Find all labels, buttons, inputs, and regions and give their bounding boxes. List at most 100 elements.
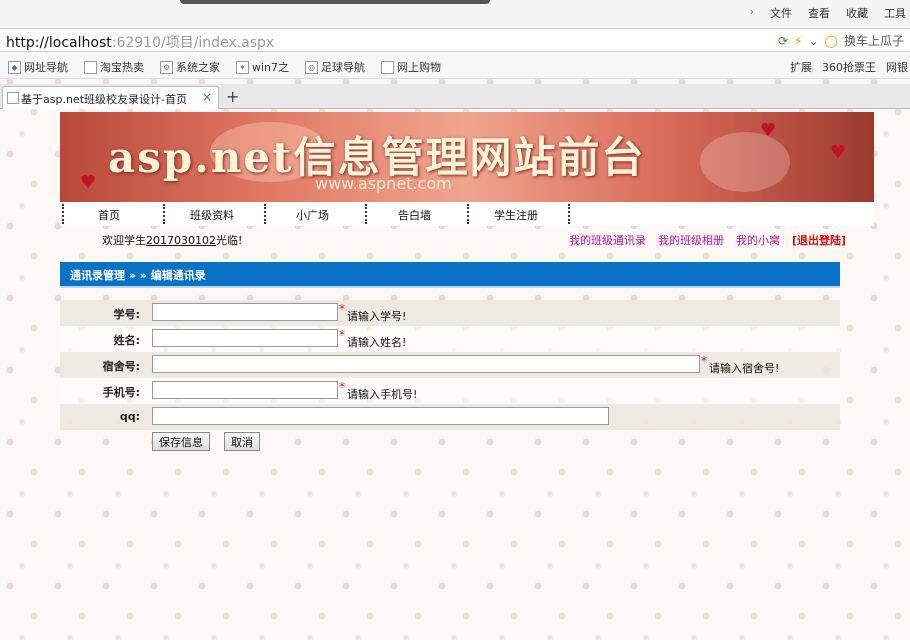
bookmark-item[interactable]: ◆ 网址导航 (8, 59, 68, 75)
gear-icon: ⚙ (160, 60, 173, 74)
dropdown-chevron-icon[interactable]: ⌄ (808, 34, 818, 48)
address-bar[interactable]: http://localhost:62910/项目/index.aspx ⟳ ⚡… (0, 28, 910, 52)
bookmark-item[interactable]: ⚙ 系统之家 (160, 59, 220, 75)
heart-icon: ♥ (760, 120, 777, 141)
form-row-phone: 手机号: * 请输入手机号! (60, 378, 840, 404)
cancel-button[interactable]: 取消 (224, 432, 260, 451)
qq-input[interactable] (152, 407, 609, 425)
menu-favorites[interactable]: 收藏 (846, 5, 868, 21)
tab-home[interactable]: 基于asp.net班级校友录设计-首页 × (2, 86, 219, 109)
bookmark-item[interactable]: ✦ win7之 (236, 59, 289, 75)
extensions-button[interactable]: 扩展 (790, 59, 812, 75)
address-url[interactable]: http://localhost:62910/项目/index.aspx (6, 32, 274, 52)
link-my-nest[interactable]: 我的小窝 (736, 232, 780, 248)
bookmark-label: 足球导航 (321, 61, 366, 74)
soccer-icon: ◎ (305, 60, 319, 74)
new-tab-button[interactable]: + (226, 87, 239, 106)
site-banner: ♥ ♥ ♥ asp.net信息管理网站前台 www.aspnet.com (60, 112, 874, 202)
bookmark-label: 网址导航 (24, 61, 68, 74)
menu-tools[interactable]: 工具 (884, 5, 906, 21)
browser-menu: › 文件 查看 收藏 工具 (750, 5, 906, 21)
bookmark-label: 淘宝热卖 (100, 61, 144, 74)
student-id: 2017030102 (146, 234, 216, 247)
lightning-icon[interactable]: ⚡ (794, 34, 802, 48)
menu-chevron-icon[interactable]: › (750, 5, 754, 21)
nav-divider (365, 204, 367, 224)
heart-icon: ♥ (830, 142, 847, 163)
tab-bar: 基于asp.net班级校友录设计-首页 × + (0, 84, 910, 109)
ticket-button[interactable]: 360抢票王 (822, 59, 876, 75)
window-title-decoration (180, 0, 490, 4)
close-icon[interactable]: × (202, 90, 212, 104)
required-marker: * (701, 354, 707, 368)
user-links: 我的班级通讯录 我的班级相册 我的小窝 [退出登陆] (569, 232, 846, 248)
hint-name: 请输入姓名! (347, 336, 407, 349)
required-marker: * (339, 302, 345, 316)
nav-divider (568, 204, 570, 224)
required-marker: * (339, 328, 345, 342)
name-input[interactable] (152, 329, 338, 347)
nav-plaza[interactable]: 小广场 (296, 207, 329, 223)
hint-dorm: 请输入宿舍号! (709, 362, 780, 375)
url-host: http://localhost (6, 35, 112, 51)
bookmark-label: win7之 (252, 61, 290, 74)
save-button[interactable]: 保存信息 (152, 432, 210, 451)
welcome-prefix: 欢迎学生 (102, 234, 146, 247)
label-dorm: 宿舍号: (102, 360, 140, 373)
link-class-album[interactable]: 我的班级相册 (658, 232, 724, 248)
logout-link[interactable]: [退出登陆] (792, 232, 846, 248)
link-class-contacts[interactable]: 我的班级通讯录 (569, 232, 646, 248)
edit-contact-form: 学号: * 请输入学号! 姓名: * 请输入姓名! 宿舍号: * 请输入宿舍号!… (60, 300, 840, 454)
bookmarks-bar: ◆ 网址导航 淘宝热卖 ⚙ 系统之家 ✦ win7之 ◎ 足球导航 网上购物 扩展 36… (0, 56, 910, 79)
phone-input[interactable] (152, 381, 338, 399)
main-nav: 首页 班级资料 小广场 告白墙 学生注册 (60, 202, 874, 226)
nav-divider (264, 204, 266, 224)
label-phone: 手机号: (102, 386, 140, 399)
form-row-qq: qq: (60, 404, 840, 430)
label-qq: qq: (119, 410, 140, 423)
menu-view[interactable]: 查看 (808, 5, 830, 21)
address-bar-tools: ⟳ ⚡ ⌄ ◯ 换车上瓜子 (778, 32, 904, 49)
browser-top-strip: › 文件 查看 收藏 工具 (0, 0, 910, 26)
label-student-id: 学号: (113, 308, 140, 321)
nav-class-info[interactable]: 班级资料 (190, 207, 234, 223)
form-row-student-id: 学号: * 请输入学号! (60, 300, 840, 326)
welcome-suffix: 光临! (216, 234, 243, 247)
nav-divider (62, 204, 64, 224)
bookmark-label: 网上购物 (397, 61, 442, 74)
nav-divider (467, 204, 469, 224)
page-icon (84, 60, 97, 74)
extensions-area: 扩展 360抢票王 网银 (790, 59, 908, 75)
bookmark-icon: ◆ (8, 60, 21, 74)
nav-home[interactable]: 首页 (98, 207, 120, 223)
student-id-input[interactable] (152, 303, 338, 321)
bookmark-item[interactable]: 网上购物 (381, 59, 441, 75)
banking-button[interactable]: 网银 (886, 59, 908, 75)
heart-icon: ♥ (80, 172, 97, 193)
bookmark-item[interactable]: 淘宝热卖 (84, 59, 144, 75)
windows-icon: ✦ (236, 60, 249, 74)
form-actions: 保存信息 取消 (60, 430, 840, 454)
bookmark-item[interactable]: ◎ 足球导航 (305, 59, 365, 75)
required-marker: * (339, 380, 345, 394)
page-icon (7, 92, 19, 104)
nav-confession-wall[interactable]: 告白墙 (398, 207, 431, 223)
search-box[interactable]: 换车上瓜子 (844, 32, 904, 49)
hint-phone: 请输入手机号! (347, 388, 418, 401)
section-header: 通讯录管理 » » 编辑通讯录 (60, 262, 840, 288)
dorm-input[interactable] (152, 355, 700, 373)
nav-divider (163, 204, 165, 224)
security-icon[interactable]: ⟳ (778, 34, 788, 48)
url-path: :62910/项目/index.aspx (111, 35, 275, 51)
nav-register[interactable]: 学生注册 (494, 207, 538, 223)
banner-subtitle: www.aspnet.com (315, 174, 452, 193)
section-title: 通讯录管理 » » 编辑通讯录 (70, 269, 206, 282)
welcome-message: 欢迎学生2017030102光临! (102, 232, 242, 248)
search-engine-icon[interactable]: ◯ (825, 34, 838, 48)
bookmark-label: 系统之家 (176, 61, 220, 74)
label-name: 姓名: (113, 334, 140, 347)
hint-student-id: 请输入学号! (347, 310, 407, 323)
banner-decoration (700, 132, 790, 192)
page-icon (381, 60, 395, 74)
menu-file[interactable]: 文件 (770, 5, 792, 21)
